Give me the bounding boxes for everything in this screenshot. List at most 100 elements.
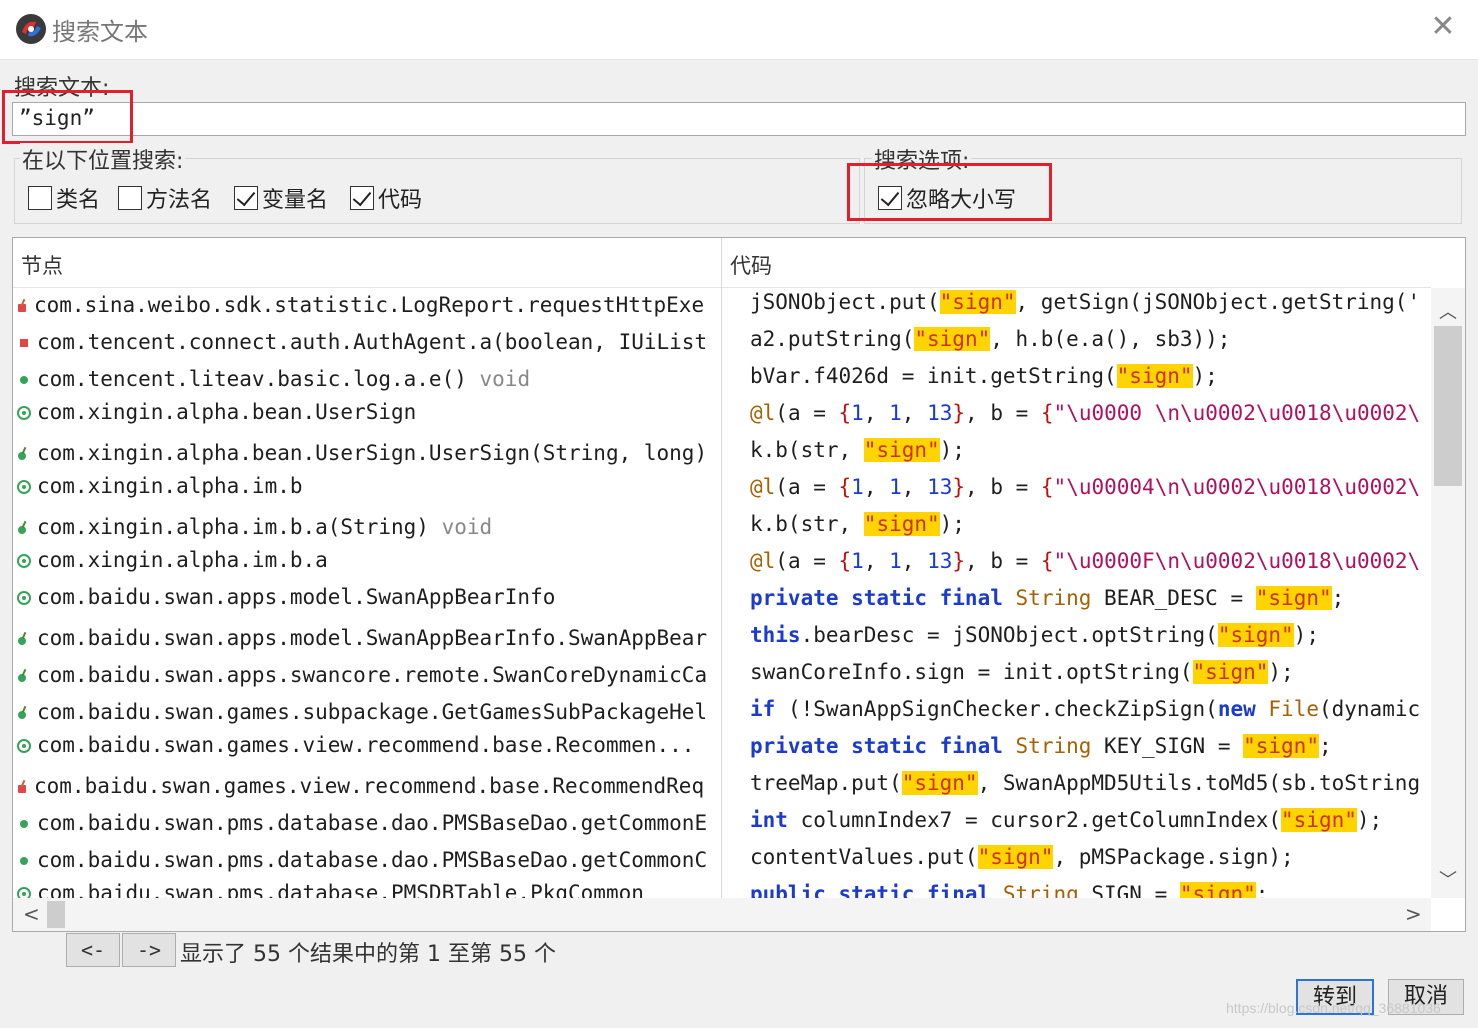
code-line[interactable]: contentValues.put("sign", pMSPackage.sig… [750, 845, 1294, 869]
code-token: (a = [775, 475, 839, 499]
result-node-row[interactable]: com.baidu.swan.pms.database.PMSDBTable.P… [13, 881, 644, 898]
checkbox-label: 变量名 [262, 188, 329, 213]
scroll-down-icon[interactable]: ﹀ [1439, 866, 1457, 892]
horizontal-scroll-thumb[interactable] [47, 901, 65, 928]
code-token: 1 [851, 475, 864, 499]
code-line[interactable]: treeMap.put("sign", SwanAppMD5Utils.toMd… [750, 771, 1420, 795]
code-line[interactable]: public static final String SIGN = "sign"… [750, 882, 1268, 898]
code-token: ); [939, 438, 965, 462]
code-token: (!SwanAppSignChecker.checkZipSign( [775, 697, 1218, 721]
code-line[interactable]: jSONObject.put("sign", getSign(jSONObjec… [750, 290, 1420, 314]
code-line[interactable]: private static final String BEAR_DESC = … [750, 586, 1344, 610]
result-node-row[interactable]: com.xingin.alpha.bean.UserSign.UserSign(… [13, 441, 707, 465]
checkbox-variable-name[interactable]: 变量名 [234, 182, 328, 214]
class-icon [17, 480, 31, 494]
code-line[interactable]: @l(a = {1, 1, 13}, b = {"\u0000F\n\u0002… [750, 549, 1420, 573]
result-node-row[interactable]: com.baidu.swan.games.view.recommend.base… [13, 733, 694, 757]
code-token: swanCoreInfo.sign = init.optString( [750, 660, 1193, 684]
scroll-right-icon[interactable]: > [1405, 902, 1422, 926]
result-node-row[interactable]: com.baidu.swan.pms.database.dao.PMSBaseD… [13, 848, 707, 872]
code-line[interactable]: bVar.f4026d = init.getString("sign"); [750, 364, 1218, 388]
checkbox-code[interactable]: 代码 [350, 182, 422, 214]
constructor-icon [17, 521, 31, 535]
result-node-row[interactable]: com.baidu.swan.apps.model.SwanAppBearInf… [13, 585, 555, 609]
code-line[interactable]: swanCoreInfo.sign = init.optString("sign… [750, 660, 1294, 684]
checkbox-label: 代码 [378, 188, 423, 213]
code-token: String [1015, 586, 1092, 610]
node-return-type: void [428, 515, 493, 539]
code-line[interactable]: @l(a = {1, 1, 13}, b = {"\u00004\n\u0002… [750, 475, 1420, 499]
code-line[interactable]: @l(a = {1, 1, 13}, b = {"\u0000 \n\u0002… [750, 401, 1420, 425]
code-token: { [1040, 549, 1054, 573]
prev-page-button[interactable]: <- [66, 933, 120, 967]
code-token: String [1015, 734, 1092, 758]
checkbox-method-name[interactable]: 方法名 [118, 182, 212, 214]
match-highlight: "sign" [863, 512, 940, 536]
node-text: com.xingin.alpha.im.b [37, 474, 303, 498]
horizontal-scrollbar[interactable]: < > [13, 898, 1431, 931]
result-node-row[interactable]: com.xingin.alpha.im.b.a [13, 548, 328, 572]
code-token: , getSign(jSONObject.getString(' [1015, 290, 1421, 314]
code-token: ); [1356, 808, 1383, 832]
column-header-node[interactable]: 节点 [13, 238, 721, 288]
result-node-row[interactable]: com.tencent.connect.auth.AuthAgent.a(boo… [13, 330, 707, 354]
jadx-logo-icon [16, 14, 46, 44]
code-token: columnIndex7 = cursor2.getColumnIndex( [787, 808, 1282, 832]
vertical-scrollbar[interactable]: ︿ ﹀ [1431, 288, 1465, 898]
result-node-row[interactable]: com.xingin.alpha.im.b [13, 474, 303, 498]
checkbox-box[interactable] [118, 186, 142, 210]
class-icon [17, 887, 31, 898]
result-node-row[interactable]: com.baidu.swan.apps.model.SwanAppBearInf… [13, 626, 707, 650]
code-token: ; [1255, 882, 1269, 898]
checkbox-box[interactable] [234, 186, 258, 210]
checkbox-label: 方法名 [146, 188, 213, 213]
match-highlight: "sign" [1243, 734, 1319, 758]
scroll-left-icon[interactable]: < [23, 902, 40, 926]
checkbox-class-name[interactable]: 类名 [28, 182, 100, 214]
code-token: 13 [927, 475, 953, 499]
code-token: File [1268, 697, 1319, 721]
code-token: int [750, 808, 788, 832]
result-node-row[interactable]: com.baidu.swan.games.view.recommend.base… [13, 774, 704, 798]
code-line[interactable]: if (!SwanAppSignChecker.checkZipSign(new… [750, 697, 1420, 721]
code-token: , [901, 401, 928, 425]
node-text: com.xingin.alpha.bean.UserSign [37, 400, 417, 424]
result-node-row[interactable]: com.baidu.swan.apps.swancore.remote.Swan… [13, 663, 707, 687]
code-line[interactable]: this.bearDesc = jSONObject.optString("si… [750, 623, 1319, 647]
result-node-row[interactable]: com.baidu.swan.games.subpackage.GetGames… [13, 700, 707, 724]
result-node-row[interactable]: com.xingin.alpha.bean.UserSign [13, 400, 416, 424]
code-token: "\u0000F\n\u0002\u0018\u0002\ [1053, 549, 1421, 573]
code-token: (a = [775, 401, 839, 425]
code-token: 1 [889, 401, 902, 425]
scroll-up-icon[interactable]: ︿ [1439, 298, 1457, 324]
result-node-row[interactable]: com.baidu.swan.pms.database.dao.PMSBaseD… [13, 811, 707, 835]
code-token: @l [750, 401, 776, 425]
constructor-icon [17, 447, 31, 461]
code-token: , SwanAppMD5Utils.toMd5(sb.toString [977, 771, 1421, 795]
match-highlight: "sign" [1217, 623, 1294, 647]
title-bar: 搜索文本 ✕ [0, 0, 1478, 60]
code-line[interactable]: k.b(str, "sign"); [750, 512, 965, 536]
close-icon[interactable]: ✕ [1428, 12, 1458, 42]
vertical-scroll-thumb[interactable] [1434, 326, 1462, 486]
code-line[interactable]: a2.putString("sign", h.b(e.a(), sb3)); [750, 327, 1230, 351]
checkbox-box[interactable] [350, 186, 374, 210]
result-node-row[interactable]: com.sina.weibo.sdk.statistic.LogReport.r… [13, 293, 704, 317]
code-line[interactable]: int columnIndex7 = cursor2.getColumnInde… [750, 808, 1382, 832]
code-token: BEAR_DESC = [1091, 586, 1256, 610]
column-header-code[interactable]: 代码 [722, 238, 1431, 288]
search-input[interactable]: ”sign” [12, 102, 1466, 136]
code-token: @l [750, 549, 776, 573]
code-token: { [1040, 401, 1054, 425]
checkbox-box[interactable] [28, 186, 52, 210]
result-node-row[interactable]: com.tencent.liteav.basic.log.a.e() void [13, 367, 530, 391]
code-line[interactable]: private static final String KEY_SIGN = "… [750, 734, 1332, 758]
code-line[interactable]: k.b(str, "sign"); [750, 438, 965, 462]
code-token: treeMap.put( [750, 771, 902, 795]
next-page-button[interactable]: -> [122, 933, 176, 967]
result-node-row[interactable]: com.xingin.alpha.im.b.a(String) void [13, 515, 492, 539]
constructor-icon [17, 669, 31, 683]
node-text: com.tencent.liteav.basic.log.a.e() [37, 367, 467, 391]
